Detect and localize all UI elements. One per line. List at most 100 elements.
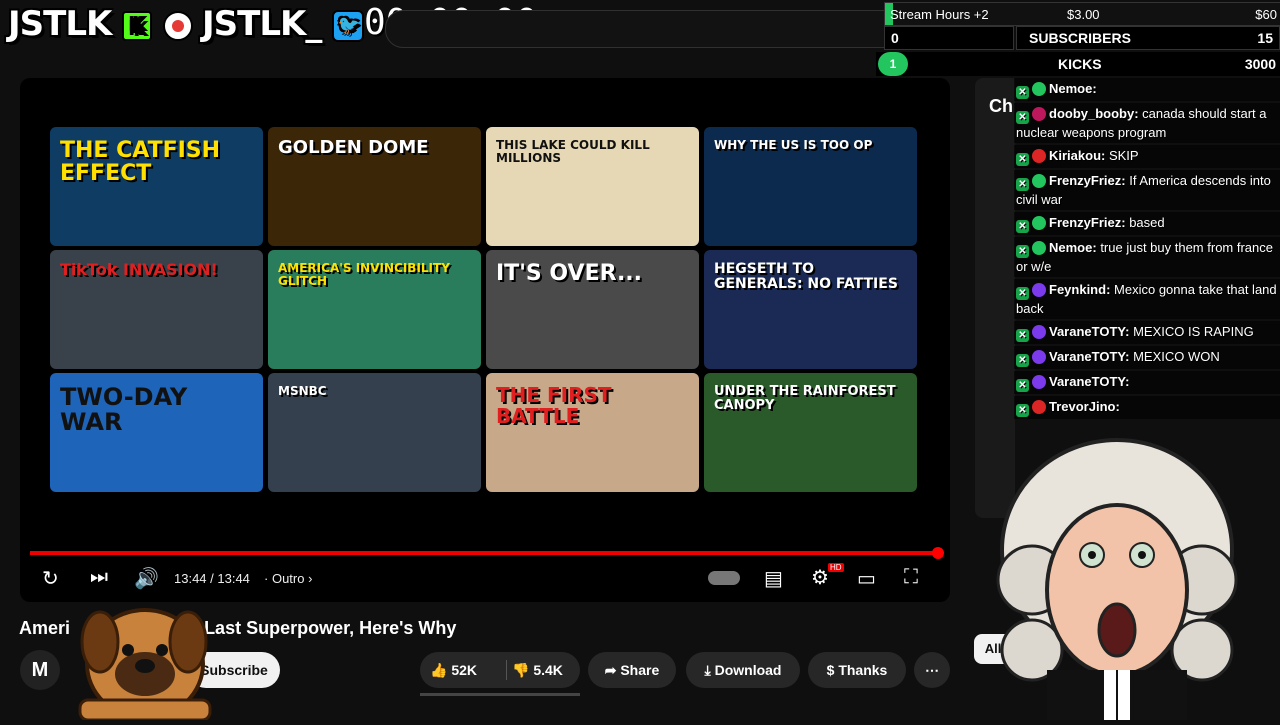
moderator-delete-icon[interactable]: ✕: [1016, 220, 1029, 233]
moderator-delete-icon[interactable]: ✕: [1016, 354, 1029, 367]
chapter-label: Outro: [271, 571, 305, 586]
chat-message: ✕ Nemoe:: [1014, 78, 1280, 101]
moderator-delete-icon[interactable]: ✕: [1016, 178, 1029, 191]
end-screen-thumbnail[interactable]: UNDER THE RAINFOREST CANOPY: [704, 373, 917, 492]
user-avatar-dot: [1032, 149, 1046, 163]
user-avatar-dot: [1032, 241, 1046, 255]
settings-icon[interactable]: ⚙: [811, 565, 829, 590]
chapter-button[interactable]: · Outro ›: [264, 571, 312, 586]
progress-track[interactable]: [30, 551, 938, 555]
chat-message: ✕ VaraneTOTY: MEXICO WON: [1014, 346, 1280, 369]
chat-message: ✕ FrenzyFriez: If America descends into c…: [1014, 170, 1280, 210]
channel-avatar[interactable]: M: [20, 650, 60, 690]
chat-username[interactable]: Kiriakou:: [1049, 148, 1105, 163]
chat-username[interactable]: Nemoe:: [1049, 240, 1097, 255]
chat-text: based: [1129, 215, 1165, 230]
more-actions-button[interactable]: ⋯: [914, 652, 950, 688]
user-avatar-dot: [1032, 400, 1046, 414]
moderator-delete-icon[interactable]: ✕: [1016, 329, 1029, 342]
video-title-start: Ameri: [19, 618, 71, 638]
download-button[interactable]: ⤓ Download: [686, 652, 800, 688]
end-screen-thumbnail[interactable]: IT'S OVER...: [486, 250, 699, 369]
autoplay-toggle[interactable]: [708, 571, 740, 585]
user-avatar-dot: [1032, 216, 1046, 230]
time-display: 13:44 / 13:44: [174, 571, 250, 586]
chat-message: ✕ Kiriakou: SKIP: [1014, 145, 1280, 168]
video-title-end: Last Superpower, Here's Why: [204, 618, 457, 638]
stream-chat: ✕ Nemoe: ✕ dooby_booby: canada should star…: [1014, 78, 1280, 421]
next-icon[interactable]: ⏭: [90, 566, 108, 589]
end-screen-thumbnail[interactable]: THIS LAKE COULD KILL MILLIONS: [486, 127, 699, 246]
chat-tab-partial: Ch: [989, 96, 1013, 116]
download-icon: ⤓: [704, 662, 711, 678]
end-screen-thumbnail[interactable]: TikTok INVASION!: [50, 250, 263, 369]
stream-hours-price: $3.00: [1067, 7, 1100, 22]
moderator-delete-icon[interactable]: ✕: [1016, 111, 1029, 124]
user-avatar-dot: [1032, 350, 1046, 364]
chat-username[interactable]: VaraneTOTY:: [1049, 324, 1129, 339]
thumbnail-title: IT'S OVER...: [496, 261, 643, 286]
share-icon: ➦: [604, 662, 617, 678]
search-bar[interactable]: [385, 10, 927, 48]
dislike-button[interactable]: 👎 5.4K: [512, 652, 563, 688]
replay-icon[interactable]: ↻: [42, 566, 59, 591]
thumbnail-title: TWO-DAY WAR: [60, 383, 188, 437]
chat-username[interactable]: TrevorJino:: [1049, 399, 1120, 414]
chat-username[interactable]: Nemoe:: [1049, 81, 1097, 96]
kicks-level-badge: 1: [878, 52, 908, 76]
end-screen-thumbnail[interactable]: HEGSETH TO GENERALS: NO FATTIES: [704, 250, 917, 369]
sub-counter-box: 0: [884, 26, 1014, 50]
chat-message: ✕ Feynkind: Mexico gonna take that land b…: [1014, 279, 1280, 319]
kicks-label: KICKS: [1058, 56, 1102, 72]
thanks-button[interactable]: $ Thanks: [808, 652, 906, 688]
twitter-icon: 🐦: [332, 9, 365, 42]
end-screen-thumbnail[interactable]: THE CATFISH EFFECT: [50, 127, 263, 246]
moderator-delete-icon[interactable]: ✕: [1016, 287, 1029, 300]
logo-text: JSTLK_: [202, 4, 322, 44]
chat-username[interactable]: Feynkind:: [1049, 282, 1110, 297]
progress-scrubber[interactable]: [932, 547, 944, 559]
thumbnail-title: HEGSETH TO GENERALS: NO FATTIES: [714, 261, 898, 292]
like-dislike-group: 👍 52K 👎 5.4K: [420, 652, 580, 688]
end-screen-thumbnail[interactable]: GOLDEN DOME: [268, 127, 481, 246]
chat-text: MEXICO WON: [1133, 349, 1220, 364]
chat-message: ✕ dooby_booby: canada should start a nucl…: [1014, 103, 1280, 143]
theater-mode-icon[interactable]: ▭: [857, 566, 876, 591]
end-screen-thumbnail[interactable]: TWO-DAY WAR: [50, 373, 263, 492]
like-ratio-bar: [420, 693, 580, 696]
end-screen-thumbnail[interactable]: WHY THE US IS TOO OP: [704, 127, 917, 246]
thumbnail-title: MSNBC: [278, 384, 327, 398]
like-button[interactable]: 👍 52K: [430, 652, 477, 688]
thumbs-down-icon: 👎: [512, 662, 530, 678]
moderator-delete-icon[interactable]: ✕: [1016, 153, 1029, 166]
chat-username[interactable]: FrenzyFriez:: [1049, 215, 1126, 230]
thumbnail-title: AMERICA'S INVINCIBILITY GLITCH: [278, 261, 450, 288]
chat-message: ✕ VaraneTOTY: MEXICO IS RAPING: [1014, 321, 1280, 344]
chat-message: ✕ Nemoe: true just buy them from france o…: [1014, 237, 1280, 277]
chat-username[interactable]: FrenzyFriez:: [1049, 173, 1126, 188]
user-avatar-dot: [1032, 325, 1046, 339]
end-screen-thumbnail[interactable]: AMERICA'S INVINCIBILITY GLITCH: [268, 250, 481, 369]
subscribers-box: SUBSCRIBERS 15: [1016, 26, 1280, 50]
moderator-delete-icon[interactable]: ✕: [1016, 404, 1029, 417]
volume-icon[interactable]: 🔊: [134, 566, 159, 591]
end-screen-thumbnail[interactable]: MSNBC: [268, 373, 481, 492]
moderator-delete-icon[interactable]: ✕: [1016, 86, 1029, 99]
chat-username[interactable]: dooby_booby:: [1049, 106, 1139, 121]
end-screen-thumbnail[interactable]: THE FIRST BATTLE: [486, 373, 699, 492]
moderator-delete-icon[interactable]: ✕: [1016, 379, 1029, 392]
share-label: Share: [620, 662, 660, 678]
chat-username[interactable]: VaraneTOTY:: [1049, 374, 1129, 389]
kicks-box: 1 KICKS 3000: [876, 52, 1280, 76]
chat-username[interactable]: VaraneTOTY:: [1049, 349, 1129, 364]
like-divider: [506, 660, 507, 680]
thanks-label: Thanks: [838, 662, 888, 678]
dog-mascot-image: [70, 594, 220, 722]
share-button[interactable]: ➦ Share: [588, 652, 676, 688]
progress-fill: [30, 551, 938, 555]
thumbnail-title: UNDER THE RAINFOREST CANOPY: [714, 384, 896, 413]
fullscreen-icon[interactable]: ⛶: [904, 566, 918, 589]
thumbnail-title: WHY THE US IS TOO OP: [714, 138, 873, 152]
moderator-delete-icon[interactable]: ✕: [1016, 245, 1029, 258]
captions-icon[interactable]: ▤: [764, 566, 783, 591]
